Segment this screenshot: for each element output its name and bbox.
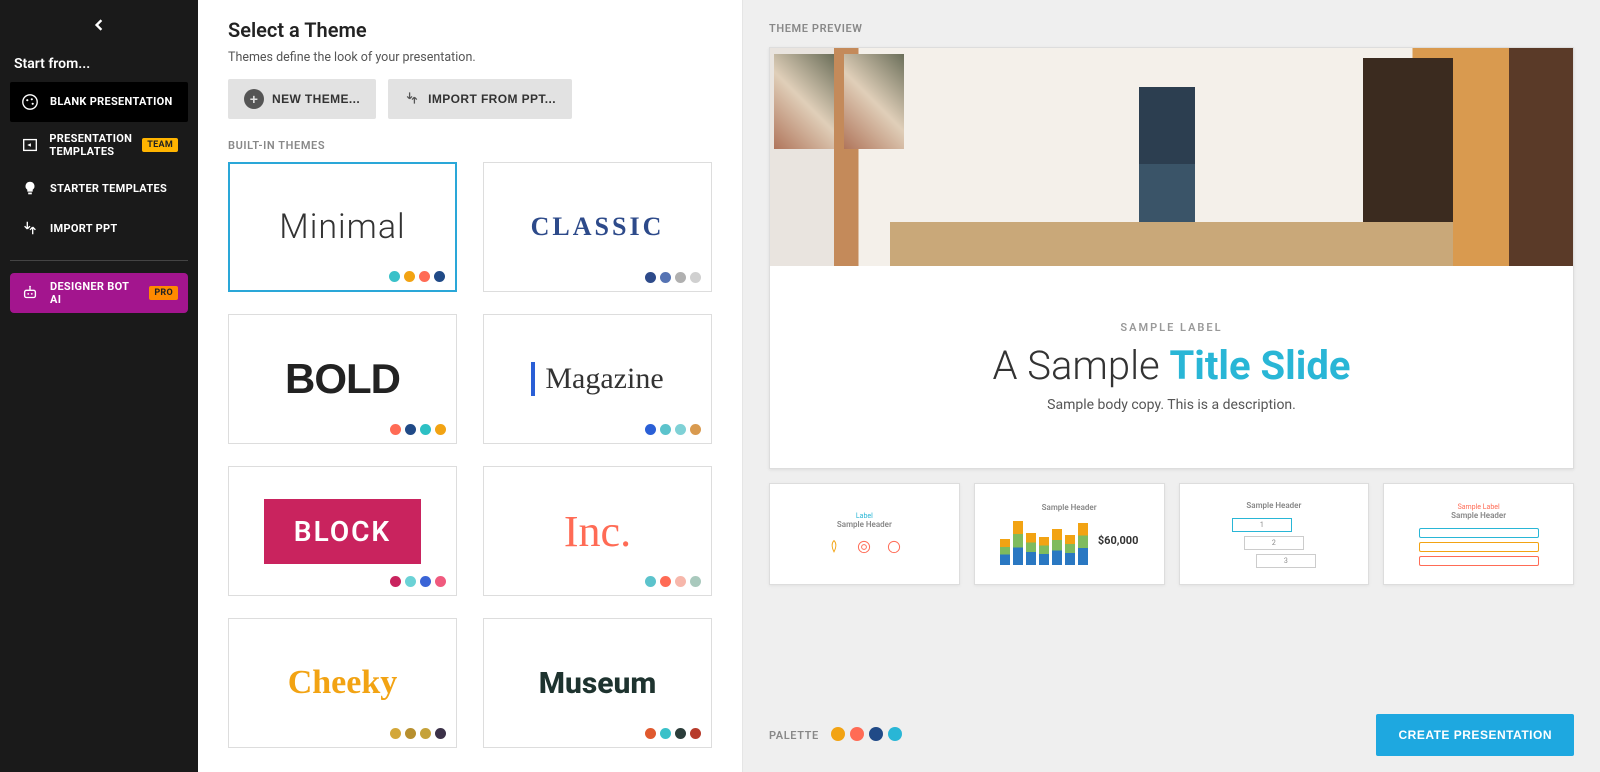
theme-card-bold[interactable]: BOLD (228, 314, 457, 444)
palette-label: PALETTE (769, 729, 819, 742)
theme-card-cheeky[interactable]: Cheeky (228, 618, 457, 748)
palette-dots (390, 576, 446, 587)
preview-thumb-3[interactable]: Sample Header 1 2 3 (1179, 483, 1370, 585)
section-header: BUILT-IN THEMES (228, 139, 712, 152)
sidebar-item-label: IMPORT PPT (50, 222, 178, 235)
sidebar-item-starter-templates[interactable]: STARTER TEMPLATES (10, 168, 188, 208)
back-button[interactable] (10, 8, 188, 42)
rocket-icon (826, 539, 842, 557)
palette-icon (20, 92, 40, 112)
palette-dots (645, 576, 701, 587)
preview-text-area: SAMPLE LABEL A Sample Title Slide Sample… (770, 266, 1573, 468)
preview-body: Sample body copy. This is a description. (1047, 397, 1296, 413)
bot-icon (20, 283, 40, 303)
sidebar-item-label: BLANK PRESENTATION (50, 95, 178, 108)
preview-hero-image (770, 48, 1573, 266)
team-badge: TEAM (142, 138, 178, 152)
import-icon (404, 90, 420, 109)
preview-thumb-2[interactable]: Sample Header $60,000 (974, 483, 1165, 585)
pro-badge: PRO (149, 286, 178, 300)
sidebar: Start from... BLANK PRESENTATION PRESENT… (0, 0, 198, 772)
page-subtitle: Themes define the look of your presentat… (228, 50, 712, 65)
sidebar-item-blank-presentation[interactable]: BLANK PRESENTATION (10, 82, 188, 122)
preview-thumb-1[interactable]: Label Sample Header (769, 483, 960, 585)
theme-card-block[interactable]: BLOCK (228, 466, 457, 596)
sidebar-item-label: STARTER TEMPLATES (50, 182, 178, 195)
sidebar-item-label: DESIGNER BOT AI (50, 280, 139, 306)
sidebar-item-designer-bot[interactable]: DESIGNER BOT AI PRO (10, 273, 188, 313)
preview-label: SAMPLE LABEL (1120, 321, 1222, 334)
preview-title: A Sample Title Slide (993, 342, 1351, 389)
sidebar-title: Start from... (10, 42, 188, 82)
sidebar-item-label: PRESENTATION TEMPLATES (49, 132, 132, 158)
preview-main-slide: SAMPLE LABEL A Sample Title Slide Sample… (769, 47, 1574, 469)
theme-card-inc[interactable]: Inc. (483, 466, 712, 596)
gear-icon (886, 539, 902, 557)
palette-dots (390, 424, 446, 435)
button-label: IMPORT FROM PPT... (428, 92, 556, 106)
theme-card-minimal[interactable]: Minimal (228, 162, 457, 292)
preview-header: THEME PREVIEW (769, 22, 1574, 35)
sidebar-item-import-ppt[interactable]: IMPORT PPT (10, 208, 188, 248)
page-title: Select a Theme (228, 18, 712, 42)
target-icon (856, 539, 872, 557)
plus-icon: + (244, 89, 264, 109)
lightbulb-icon (20, 178, 40, 198)
theme-card-museum[interactable]: Museum (483, 618, 712, 748)
import-icon (20, 218, 40, 238)
preview-footer: PALETTE CREATE PRESENTATION (769, 696, 1574, 756)
theme-grid: MinimalCLASSICBOLDMagazineBLOCKInc.Cheek… (228, 162, 712, 772)
palette-dots (390, 728, 446, 739)
mini-bar-chart (1000, 520, 1088, 565)
divider (10, 260, 188, 261)
create-presentation-button[interactable]: CREATE PRESENTATION (1376, 714, 1574, 756)
new-theme-button[interactable]: + NEW THEME... (228, 79, 376, 119)
theme-selection-panel: Select a Theme Themes define the look of… (198, 0, 743, 772)
palette-dots (645, 424, 701, 435)
palette-dots (645, 728, 701, 739)
theme-card-magazine[interactable]: Magazine (483, 314, 712, 444)
chevron-left-icon (93, 15, 105, 36)
preview-thumb-4[interactable]: Sample Label Sample Header (1383, 483, 1574, 585)
sidebar-item-presentation-templates[interactable]: PRESENTATION TEMPLATES TEAM (10, 122, 188, 168)
button-label: NEW THEME... (272, 92, 360, 106)
preview-thumbs: Label Sample Header Sample Header $60,00… (769, 483, 1574, 585)
theme-card-classic[interactable]: CLASSIC (483, 162, 712, 292)
import-ppt-button[interactable]: IMPORT FROM PPT... (388, 79, 572, 119)
palette-display: PALETTE (769, 726, 907, 745)
palette-dots (389, 271, 445, 282)
palette-dots (645, 272, 701, 283)
preview-panel: THEME PREVIEW SAMPLE LABEL A Sample Titl… (743, 0, 1600, 772)
template-icon (20, 135, 39, 155)
theme-actions: + NEW THEME... IMPORT FROM PPT... (228, 79, 712, 119)
